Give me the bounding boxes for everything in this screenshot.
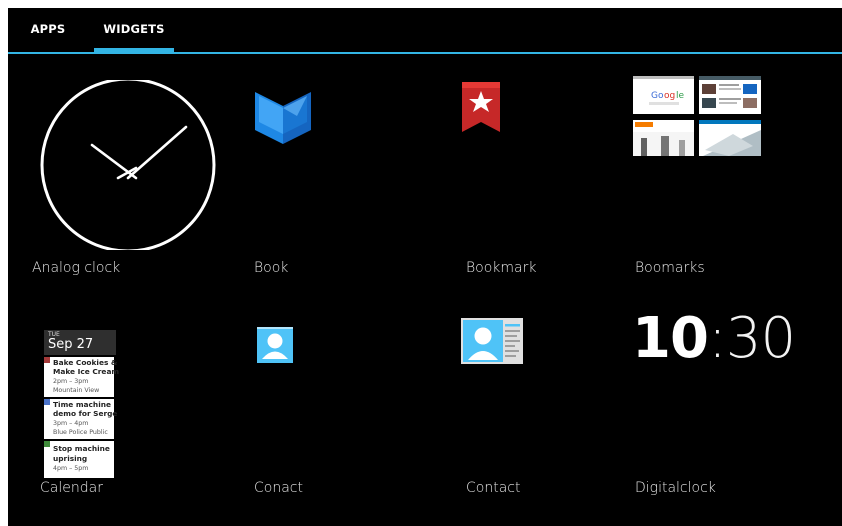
event-color — [44, 357, 50, 363]
clock-separator: : — [707, 306, 727, 371]
digital-clock-preview: 10:30 — [632, 306, 796, 371]
event-place: Blue Police Public — [53, 429, 108, 436]
calendar-date: Sep 27 — [48, 337, 94, 352]
event-title: Stop machine — [53, 444, 110, 453]
widget-label: Boomarks — [635, 260, 705, 276]
widget-label: Bookmark — [466, 260, 537, 276]
tab-widgets[interactable]: WIDGETS — [94, 8, 174, 52]
contact-icon — [257, 327, 293, 363]
clock-minutes: 30 — [725, 306, 796, 371]
svg-text:le: le — [676, 91, 685, 101]
widget-label: Analog clock — [32, 260, 121, 276]
svg-text:og: og — [664, 91, 675, 101]
analog-clock-icon — [40, 80, 216, 250]
calendar-event: Stop machine uprising 4pm – 5pm — [44, 441, 114, 478]
event-time: 3pm – 4pm — [53, 420, 89, 427]
event-place: Mountain View — [53, 387, 100, 394]
calendar-event: Time machine demo for Serge 3pm – 4pm Bl… — [44, 399, 118, 439]
svg-text:Go: Go — [651, 91, 664, 101]
tab-bar: APPS WIDGETS — [8, 8, 842, 54]
event-title: uprising — [53, 454, 88, 463]
widget-label: Contact — [466, 480, 521, 496]
widget-picker: APPS WIDGETS Analog clock Book Bookmark … — [8, 8, 842, 526]
bookmarks-thumbnails-icon: Go og le — [633, 76, 761, 156]
bookmark-icon — [462, 82, 500, 132]
clock-hours: 10 — [632, 306, 709, 371]
calendar-event: Bake Cookies & Make Ice Cream 2pm – 3pm … — [44, 357, 119, 397]
event-time: 4pm – 5pm — [53, 465, 89, 472]
widget-label: Book — [254, 260, 289, 276]
tab-apps[interactable]: APPS — [20, 8, 76, 50]
event-title: demo for Serge — [53, 409, 118, 418]
calendar-preview: TUE Sep 27 Bake Cookies & Make Ice Cream… — [44, 330, 119, 478]
event-color — [44, 399, 50, 405]
widget-label: Calendar — [40, 480, 103, 496]
event-title: Make Ice Cream — [53, 367, 120, 376]
event-time: 2pm – 3pm — [53, 378, 89, 385]
calendar-header: TUE Sep 27 — [44, 330, 116, 355]
widget-label: Conact — [254, 480, 303, 496]
event-color — [44, 441, 50, 447]
book-icon — [255, 92, 311, 144]
contact-card-icon — [461, 318, 523, 364]
widget-label: Digitalclock — [635, 480, 716, 496]
